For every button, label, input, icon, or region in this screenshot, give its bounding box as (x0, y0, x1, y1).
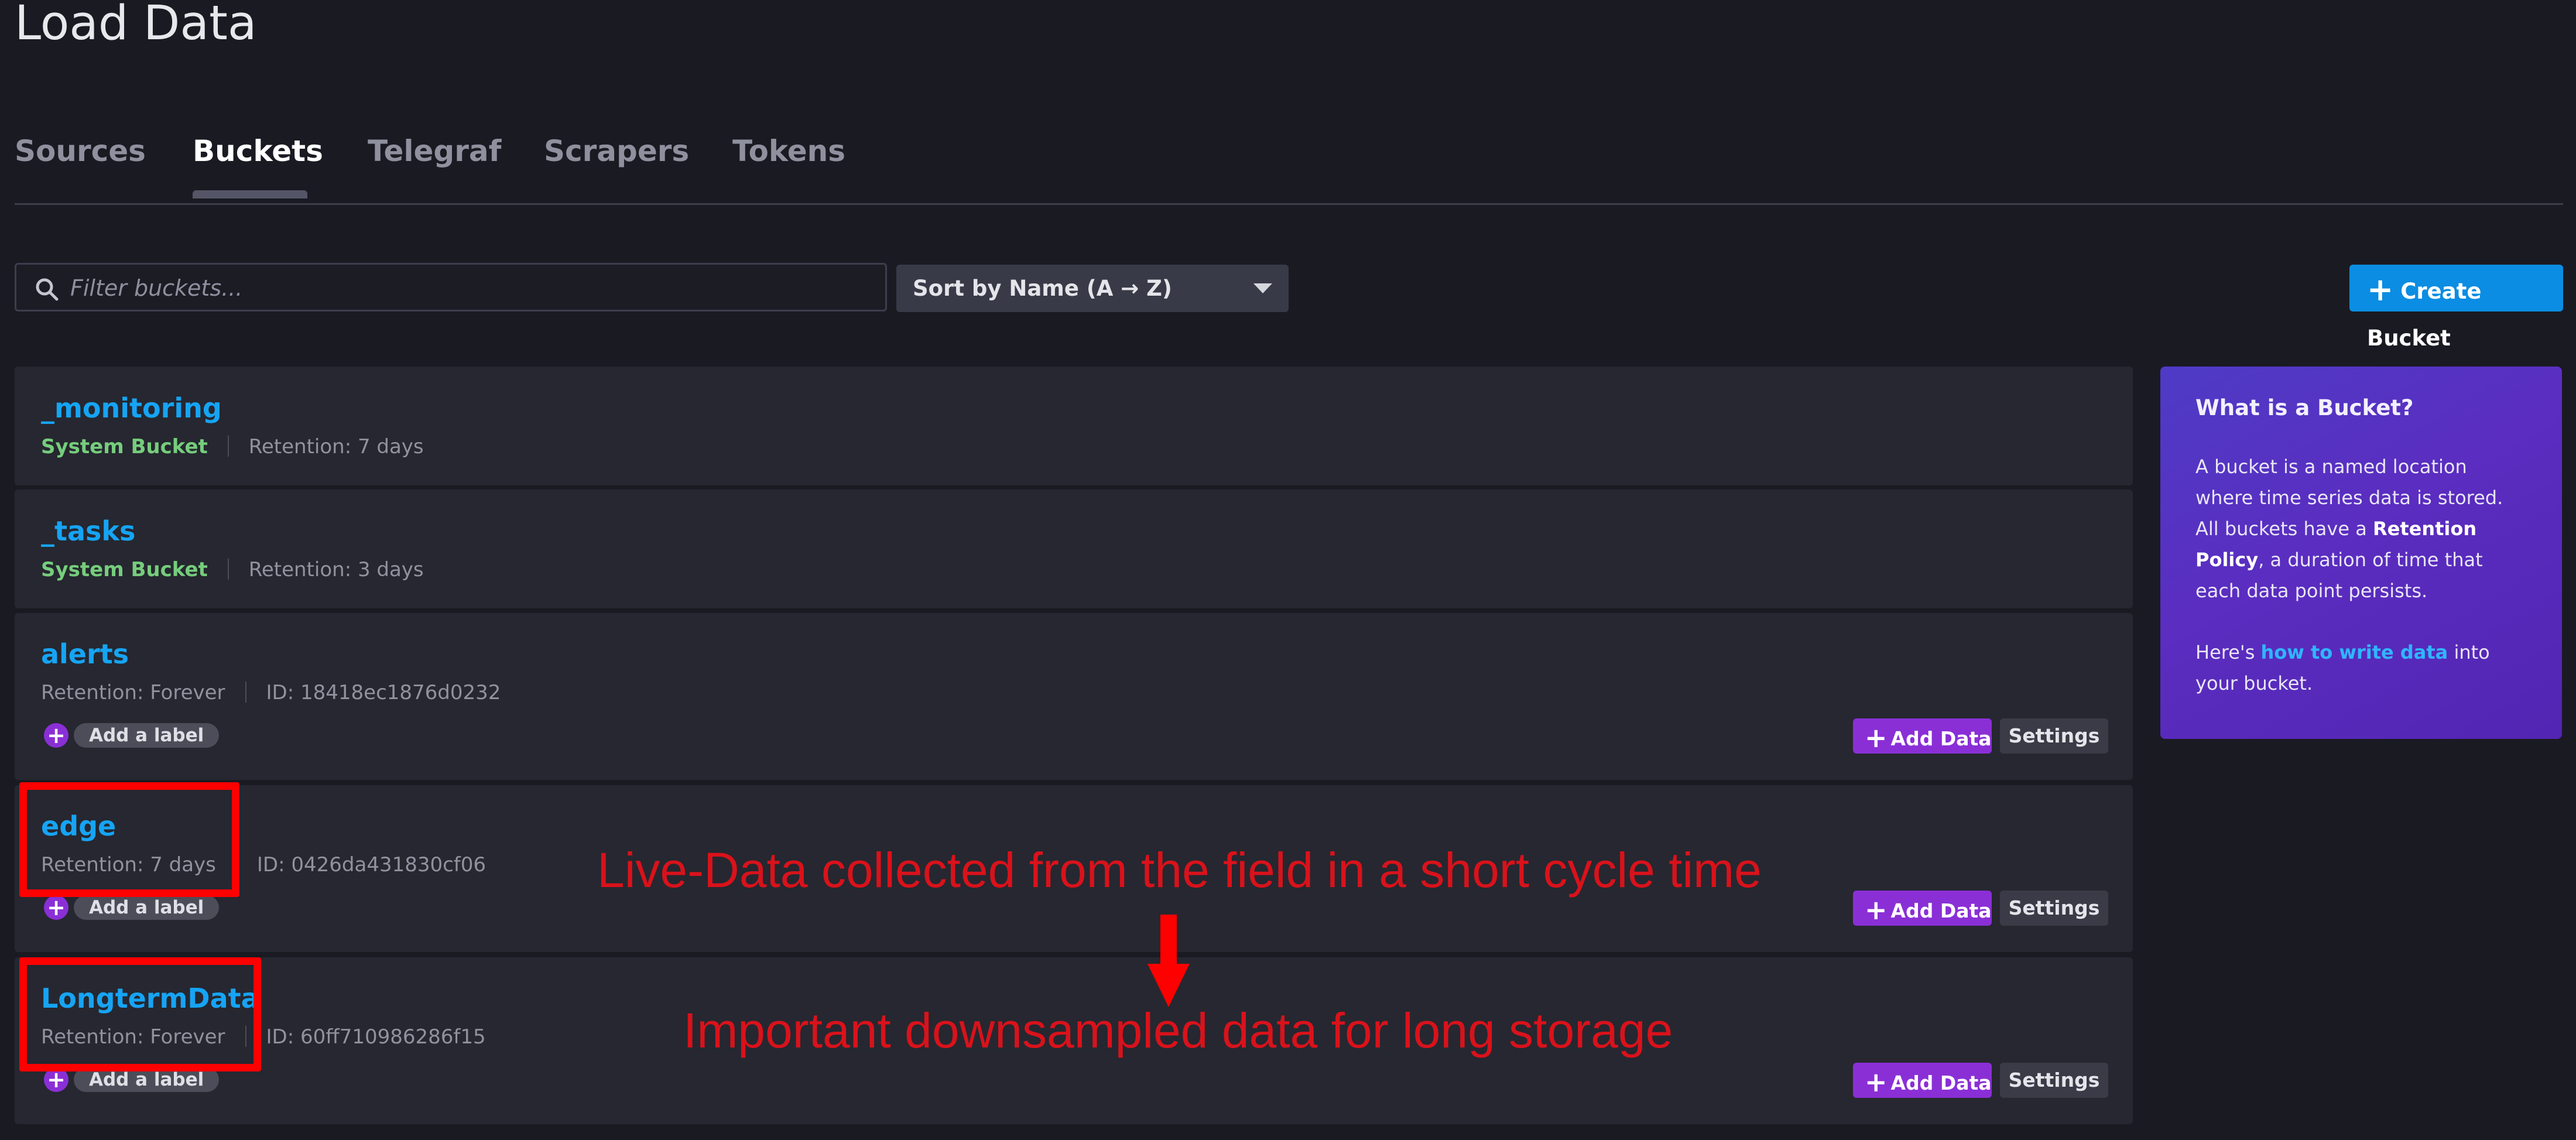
settings-button[interactable]: Settings (2000, 1063, 2108, 1098)
bucket-name[interactable]: _tasks (41, 518, 135, 545)
bucket-name[interactable]: _monitoring (41, 395, 222, 422)
filter-field[interactable] (15, 263, 887, 311)
plus-icon: + (1865, 894, 1888, 926)
annotation-live-data: Live-Data collected from the field in a … (597, 843, 1762, 898)
add-data-button[interactable]: + Add Data (1853, 718, 1992, 754)
info-panel-title: What is a Bucket? (2195, 395, 2414, 420)
search-icon (36, 278, 59, 301)
meta-divider (227, 435, 229, 457)
add-label-button[interactable]: Add a label (74, 723, 220, 748)
bucket-retention: Retention: Forever (41, 681, 225, 704)
add-label-plus-icon[interactable]: + (44, 723, 68, 748)
tab-buckets[interactable]: Buckets (193, 136, 323, 166)
bucket-card-tasks (15, 489, 2133, 608)
add-label-button[interactable]: Add a label (74, 895, 220, 920)
bucket-meta: Retention: Forever ID: 18418ec1876d0232 (41, 681, 501, 704)
info-panel-write-hint: Here's how to write data into your bucke… (2195, 641, 2490, 694)
system-bucket-badge: System Bucket (41, 435, 208, 458)
tab-scrapers[interactable]: Scrapers (544, 136, 689, 166)
tab-telegraf[interactable]: Telegraf (368, 136, 501, 166)
bucket-name[interactable]: alerts (41, 641, 129, 667)
create-bucket-button[interactable]: + Create Bucket (2349, 265, 2563, 351)
tabs-divider (15, 203, 2563, 205)
sort-dropdown[interactable]: Sort by Name (A → Z) (896, 265, 1289, 312)
annotation-longterm-data: Important downsampled data for long stor… (683, 1003, 1673, 1058)
add-data-button[interactable]: + Add Data (1853, 1063, 1992, 1098)
system-bucket-badge: System Bucket (41, 558, 208, 581)
add-label-plus-icon[interactable]: + (44, 895, 68, 920)
add-data-label: Add Data (1890, 727, 1992, 750)
plus-icon: + (1865, 1066, 1888, 1098)
caret-down-icon (1253, 283, 1272, 293)
highlight-box-edge (19, 782, 239, 897)
bucket-id: ID: 18418ec1876d0232 (266, 681, 501, 704)
settings-button[interactable]: Settings (2000, 891, 2108, 926)
tab-sources[interactable]: Sources (15, 136, 146, 166)
plus-icon: + (1865, 722, 1888, 754)
bucket-meta: System Bucket Retention: 3 days (41, 558, 424, 581)
settings-button[interactable]: Settings (2000, 718, 2108, 754)
bucket-retention: Retention: 3 days (248, 558, 424, 581)
bucket-card-monitoring (15, 367, 2133, 485)
page-title: Load Data (15, 0, 257, 51)
arrow-down-icon (1147, 915, 1190, 1007)
bucket-id: ID: 60ff710986286f15 (266, 1025, 486, 1049)
tab-tokens[interactable]: Tokens (732, 136, 845, 166)
highlight-box-longtermdata (19, 957, 261, 1071)
meta-divider (227, 558, 229, 580)
bucket-id: ID: 0426da431830cf06 (256, 853, 487, 877)
active-tab-indicator (193, 190, 307, 198)
add-data-label: Add Data (1890, 1071, 1992, 1094)
bucket-info-panel: What is a Bucket? A bucket is a named lo… (2160, 367, 2562, 739)
add-data-label: Add Data (1890, 899, 1992, 922)
sort-dropdown-label: Sort by Name (A → Z) (913, 276, 1172, 301)
meta-divider (245, 681, 246, 703)
filter-buckets-input[interactable] (69, 267, 879, 309)
add-data-button[interactable]: + Add Data (1853, 891, 1992, 926)
bucket-retention: Retention: 7 days (248, 435, 424, 458)
plus-icon: + (2367, 271, 2394, 308)
bucket-meta: System Bucket Retention: 7 days (41, 435, 424, 458)
info-panel-description: A bucket is a named location where time … (2195, 456, 2503, 602)
how-to-write-data-link[interactable]: how to write data (2261, 641, 2448, 663)
